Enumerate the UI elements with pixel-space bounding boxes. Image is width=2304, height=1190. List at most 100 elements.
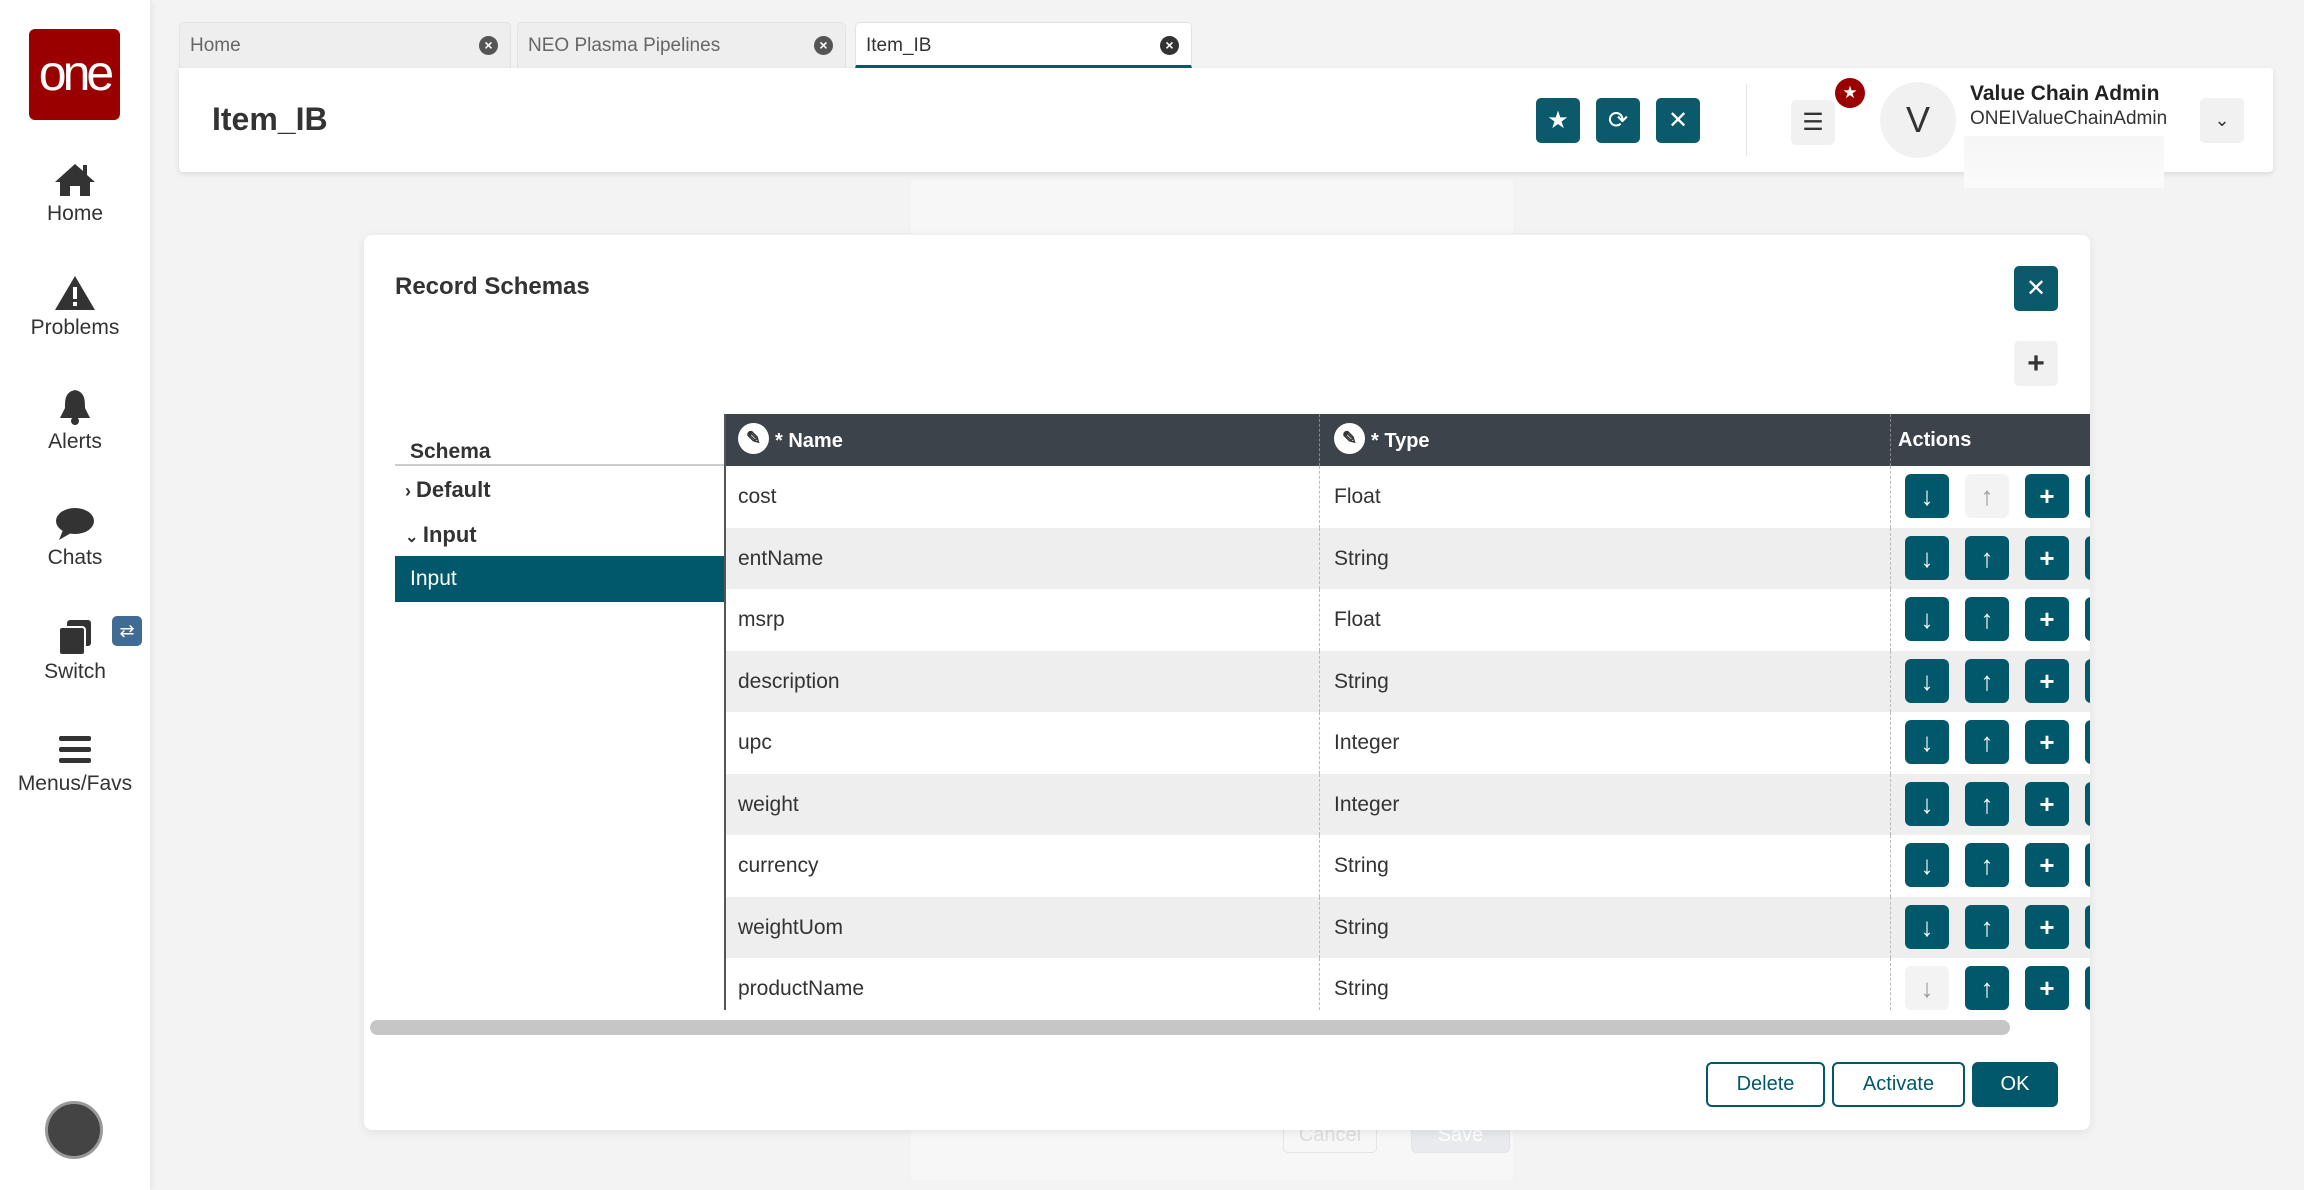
one-logo[interactable]: one	[29, 29, 120, 120]
horizontal-scrollbar[interactable]	[370, 1020, 2010, 1035]
add-field-button[interactable]: +	[2025, 597, 2069, 641]
move-up-button[interactable]: ↑	[1965, 474, 2009, 518]
chevron-down-icon[interactable]: ⌄	[405, 529, 423, 546]
field-name[interactable]: upc	[738, 712, 772, 774]
user-menu-dropdown[interactable]: ⌄	[2200, 98, 2244, 143]
sidebar-item-menus-favs[interactable]: Menus/Favs	[0, 732, 150, 796]
favorite-button[interactable]: ★	[1536, 98, 1580, 143]
add-field-button[interactable]: +	[2025, 535, 2069, 580]
dialog-close-button[interactable]: ✕	[2014, 266, 2058, 311]
add-field-button[interactable]: +	[2025, 781, 2069, 826]
delete-field-button[interactable]	[2085, 658, 2090, 703]
move-down-button[interactable]: ↓	[1905, 904, 1949, 949]
delete-field-button[interactable]	[2085, 535, 2090, 580]
close-tab-icon[interactable]: ×	[1160, 36, 1179, 55]
close-button[interactable]: ✕	[1656, 98, 1700, 143]
tree-node-input-selected[interactable]: Input	[395, 556, 724, 602]
add-field-button[interactable]: +	[2025, 966, 2069, 1010]
add-field-button[interactable]: +	[2025, 474, 2069, 518]
tab-home[interactable]: Home ×	[179, 22, 511, 68]
table-row[interactable]: currency String ↓ ↑ +	[726, 835, 2090, 897]
delete-field-button[interactable]	[2085, 781, 2090, 826]
switch-arrows-icon[interactable]: ⇄	[112, 616, 142, 646]
move-up-button[interactable]: ↑	[1965, 781, 2009, 826]
move-up-button[interactable]: ↑	[1965, 597, 2009, 641]
table-row[interactable]: entName String ↓ ↑ +	[726, 527, 2090, 590]
delete-field-button[interactable]	[2085, 966, 2090, 1010]
chat-icon	[56, 508, 94, 540]
move-down-button[interactable]: ↓	[1905, 474, 1949, 518]
move-down-button[interactable]: ↓	[1905, 597, 1949, 641]
field-name[interactable]: entName	[738, 528, 823, 590]
add-field-button[interactable]: +	[2025, 658, 2069, 703]
add-field-button[interactable]: +	[2025, 720, 2069, 764]
move-down-button[interactable]: ↓	[1905, 843, 1949, 887]
field-type[interactable]: String	[1334, 897, 1389, 959]
field-name[interactable]: weight	[738, 774, 799, 836]
assistant-avatar[interactable]	[45, 1101, 103, 1159]
refresh-button[interactable]: ⟳	[1596, 98, 1640, 143]
tab-neo-plasma-pipelines[interactable]: NEO Plasma Pipelines ×	[517, 22, 846, 68]
delete-field-button[interactable]	[2085, 597, 2090, 641]
activate-button[interactable]: Activate	[1832, 1062, 1965, 1107]
plus-icon: +	[2027, 347, 2045, 380]
field-name[interactable]: currency	[738, 835, 819, 897]
field-name[interactable]: msrp	[738, 589, 785, 651]
field-name[interactable]: description	[738, 651, 840, 713]
add-schema-button[interactable]: +	[2014, 341, 2058, 386]
arrow-up-icon: ↑	[1980, 727, 1994, 757]
move-up-button[interactable]: ↑	[1965, 535, 2009, 580]
move-up-button[interactable]: ↑	[1965, 966, 2009, 1010]
delete-field-button[interactable]	[2085, 843, 2090, 887]
plus-icon: +	[2039, 911, 2055, 942]
close-tab-icon[interactable]: ×	[479, 36, 498, 55]
field-type[interactable]: Integer	[1334, 712, 1399, 774]
move-down-button[interactable]: ↓	[1905, 658, 1949, 703]
add-field-button[interactable]: +	[2025, 904, 2069, 949]
avatar[interactable]: V	[1880, 82, 1956, 158]
field-type[interactable]: Integer	[1334, 774, 1399, 836]
move-down-button[interactable]: ↓	[1905, 966, 1949, 1010]
move-up-button[interactable]: ↑	[1965, 904, 2009, 949]
move-down-button[interactable]: ↓	[1905, 535, 1949, 580]
field-name[interactable]: productName	[738, 958, 864, 1010]
table-row[interactable]: description String ↓ ↑ +	[726, 650, 2090, 713]
move-down-button[interactable]: ↓	[1905, 720, 1949, 764]
delete-field-button[interactable]	[2085, 720, 2090, 764]
sidebar-item-home[interactable]: Home	[0, 162, 150, 226]
tree-node-default[interactable]: › Default	[395, 466, 724, 511]
move-down-button[interactable]: ↓	[1905, 781, 1949, 826]
field-type[interactable]: Float	[1334, 466, 1381, 528]
move-up-button[interactable]: ↑	[1965, 658, 2009, 703]
field-type[interactable]: String	[1334, 651, 1389, 713]
column-header-name[interactable]: ✎ * Name	[738, 414, 843, 466]
field-type[interactable]: Float	[1334, 589, 1381, 651]
chevron-right-icon[interactable]: ›	[405, 481, 416, 501]
field-name[interactable]: weightUom	[738, 897, 843, 959]
sidebar-item-problems[interactable]: Problems	[0, 274, 150, 340]
delete-field-button[interactable]	[2085, 474, 2090, 518]
table-row[interactable]: cost Float ↓ ↑ +	[726, 466, 2090, 528]
field-name[interactable]: cost	[738, 466, 777, 528]
sidebar-item-chats[interactable]: Chats	[0, 506, 150, 570]
move-up-button[interactable]: ↑	[1965, 720, 2009, 764]
close-tab-icon[interactable]: ×	[814, 36, 833, 55]
ok-button[interactable]: OK	[1972, 1062, 2058, 1107]
table-row[interactable]: upc Integer ↓ ↑ +	[726, 712, 2090, 774]
add-field-button[interactable]: +	[2025, 843, 2069, 887]
column-header-type[interactable]: ✎ * Type	[1319, 414, 1430, 466]
table-row[interactable]: productName String ↓ ↑ +	[726, 958, 2090, 1010]
delete-field-button[interactable]	[2085, 904, 2090, 949]
table-row[interactable]: weightUom String ↓ ↑ +	[726, 896, 2090, 959]
table-row[interactable]: msrp Float ↓ ↑ +	[726, 589, 2090, 651]
field-type[interactable]: String	[1334, 835, 1389, 897]
move-up-button[interactable]: ↑	[1965, 843, 2009, 887]
tree-node-input[interactable]: ⌄ Input	[395, 511, 724, 556]
table-row[interactable]: weight Integer ↓ ↑ +	[726, 773, 2090, 836]
tab-item-ib[interactable]: Item_IB ×	[855, 22, 1192, 68]
menu-favorites-button[interactable]: ☰	[1791, 100, 1835, 145]
delete-button[interactable]: Delete	[1706, 1062, 1825, 1107]
sidebar-item-alerts[interactable]: Alerts	[0, 388, 150, 454]
field-type[interactable]: String	[1334, 528, 1389, 590]
field-type[interactable]: String	[1334, 958, 1389, 1010]
